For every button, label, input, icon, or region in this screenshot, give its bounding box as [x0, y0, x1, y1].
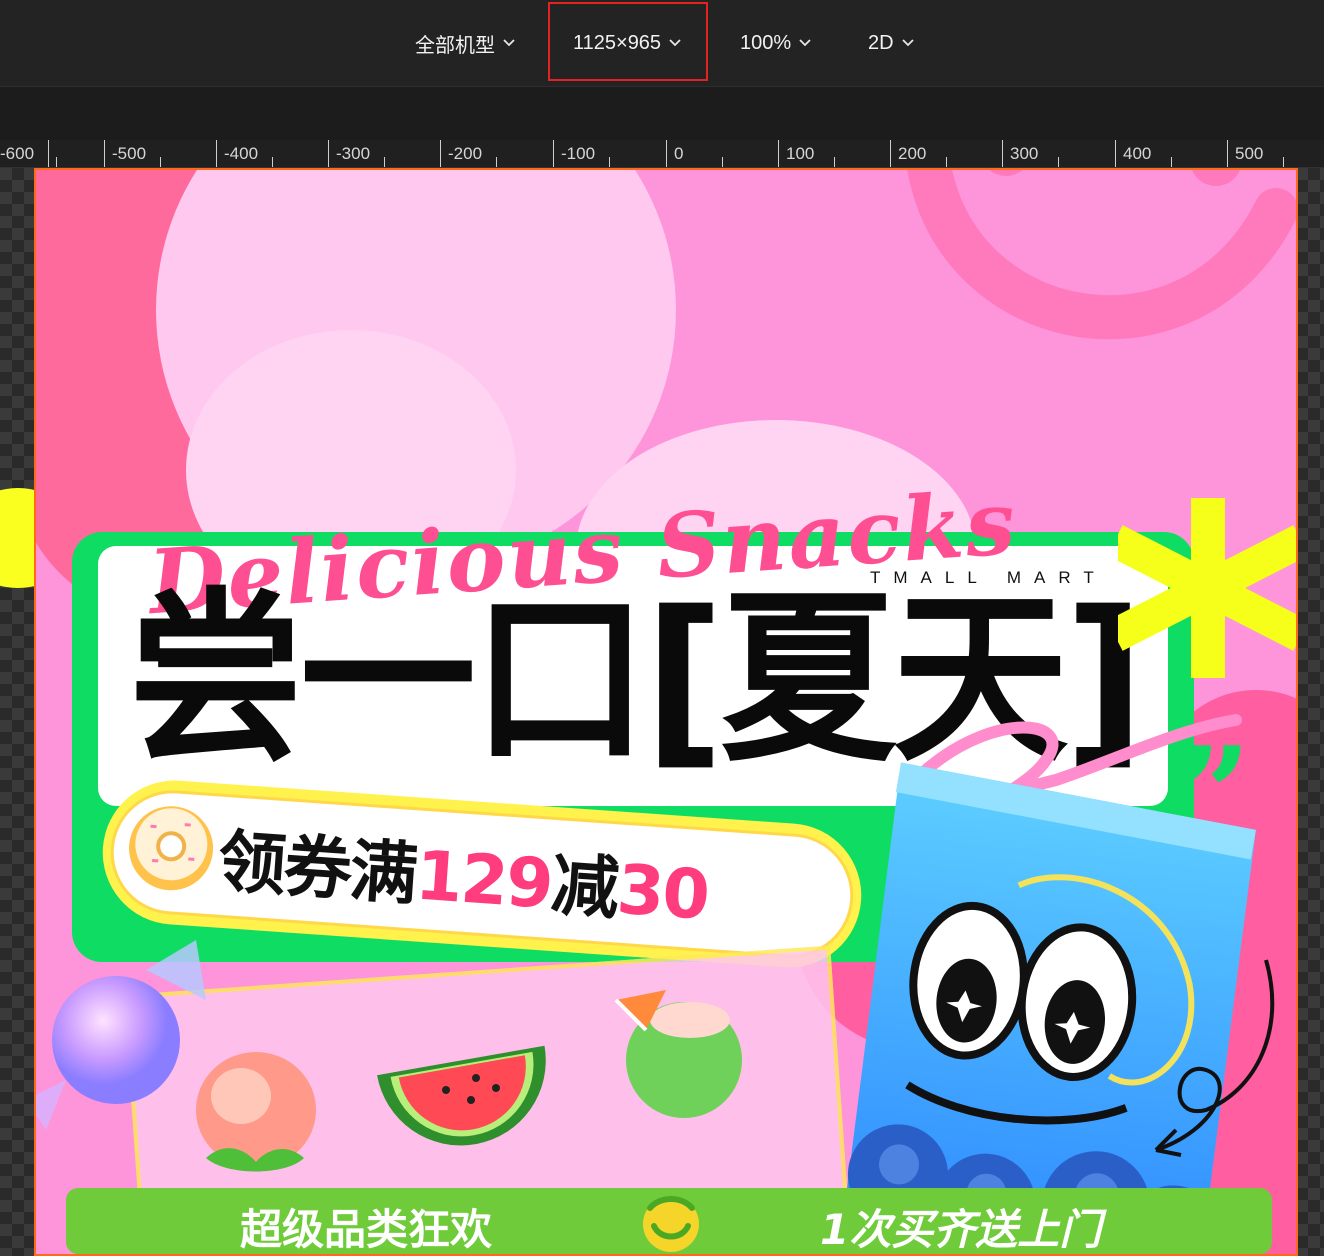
secondary-toolbar	[0, 87, 1324, 140]
watermelon-icon	[377, 1045, 546, 1146]
ruler-label: -300	[336, 144, 371, 163]
zoom-dropdown[interactable]: 100%	[740, 0, 811, 86]
coupon-discount: 30	[614, 850, 711, 936]
bottom-right-slogan: 1次买齐送上门	[820, 1205, 1102, 1254]
bottom-promo-bar: 超级品类狂欢 1次买齐送上门	[66, 1188, 1272, 1254]
chevron-down-icon	[901, 39, 914, 47]
ruler-minor-tick	[384, 157, 385, 167]
ruler-major-tick	[553, 140, 554, 167]
ruler-minor-tick	[1171, 157, 1172, 167]
ruler-minor-tick	[1058, 157, 1059, 167]
ruler-label: -100	[561, 144, 596, 163]
chevron-down-icon	[503, 39, 515, 47]
view-mode-label: 2D	[868, 31, 894, 54]
chevron-down-icon	[799, 39, 811, 47]
top-toolbar: 全部机型 1125×965 100% 2D	[0, 0, 1324, 87]
ruler-major-tick	[1002, 140, 1003, 167]
ruler-minor-tick	[272, 157, 273, 167]
canvas-size-label: 1125×965	[573, 31, 662, 54]
view-mode-dropdown[interactable]: 2D	[868, 0, 914, 86]
zoom-label: 100%	[740, 31, 792, 54]
asterisk-icon	[1118, 498, 1296, 678]
ruler-major-tick	[104, 140, 105, 167]
bottom-left-slogan: 超级品类狂欢	[240, 1205, 493, 1254]
ruler-minor-tick	[834, 157, 835, 167]
device-model-label: 全部机型	[415, 34, 495, 57]
ruler-label: -200	[448, 144, 483, 163]
ruler-label: 400	[1123, 144, 1152, 163]
canvas-size-dropdown[interactable]: 1125×965	[573, 0, 681, 86]
coupon-prefix: 领券满	[215, 822, 419, 916]
coupon-amount: 129	[412, 836, 555, 925]
donut-icon	[129, 806, 214, 891]
ruler-major-tick	[1115, 140, 1116, 167]
ruler-label: 200	[898, 144, 927, 163]
ruler-minor-tick	[160, 157, 161, 167]
ruler-major-tick	[440, 140, 441, 167]
ruler-major-tick	[778, 140, 779, 167]
ruler-major-tick	[666, 140, 667, 167]
ruler-minor-tick	[496, 157, 497, 167]
ruler-major-tick	[1227, 140, 1228, 167]
ruler-label: -400	[224, 144, 259, 163]
horizontal-ruler[interactable]: -600 -500 -400 -300 -200 -100 0 100 200 300 400 500	[0, 140, 1324, 168]
coupon-middle: 减	[548, 845, 620, 930]
coconut-icon	[614, 990, 742, 1118]
ruler-major-tick	[216, 140, 217, 167]
ruler-label: 300	[1010, 144, 1039, 163]
ruler-minor-tick	[722, 157, 723, 167]
banner-artboard[interactable]: Delicious Snacks TMALL MART 尝一口[夏天] ” 领券…	[34, 168, 1298, 1256]
ruler-label: 500	[1235, 144, 1264, 163]
ruler-minor-tick	[609, 157, 610, 167]
ruler-minor-tick	[1283, 157, 1284, 167]
ruler-label: -500	[112, 144, 147, 163]
ruler-label: 100	[786, 144, 815, 163]
chevron-down-icon	[669, 39, 681, 47]
peach-icon	[196, 1052, 316, 1172]
smiley-outline-decoration	[907, 170, 1296, 340]
device-model-dropdown[interactable]: 全部机型	[415, 0, 515, 86]
ruler-major-tick	[328, 140, 329, 167]
ruler-minor-tick	[946, 157, 947, 167]
smiley-logo-icon	[643, 1196, 699, 1252]
ruler-major-tick	[48, 140, 49, 167]
ruler-minor-tick	[56, 157, 57, 167]
ruler-label: 0	[674, 144, 684, 163]
design-canvas[interactable]: Delicious Snacks TMALL MART 尝一口[夏天] ” 领券…	[0, 168, 1324, 1256]
ruler-label: -600	[0, 144, 35, 163]
curved-arrow-icon	[1154, 959, 1275, 1157]
ruler-major-tick	[890, 140, 891, 167]
